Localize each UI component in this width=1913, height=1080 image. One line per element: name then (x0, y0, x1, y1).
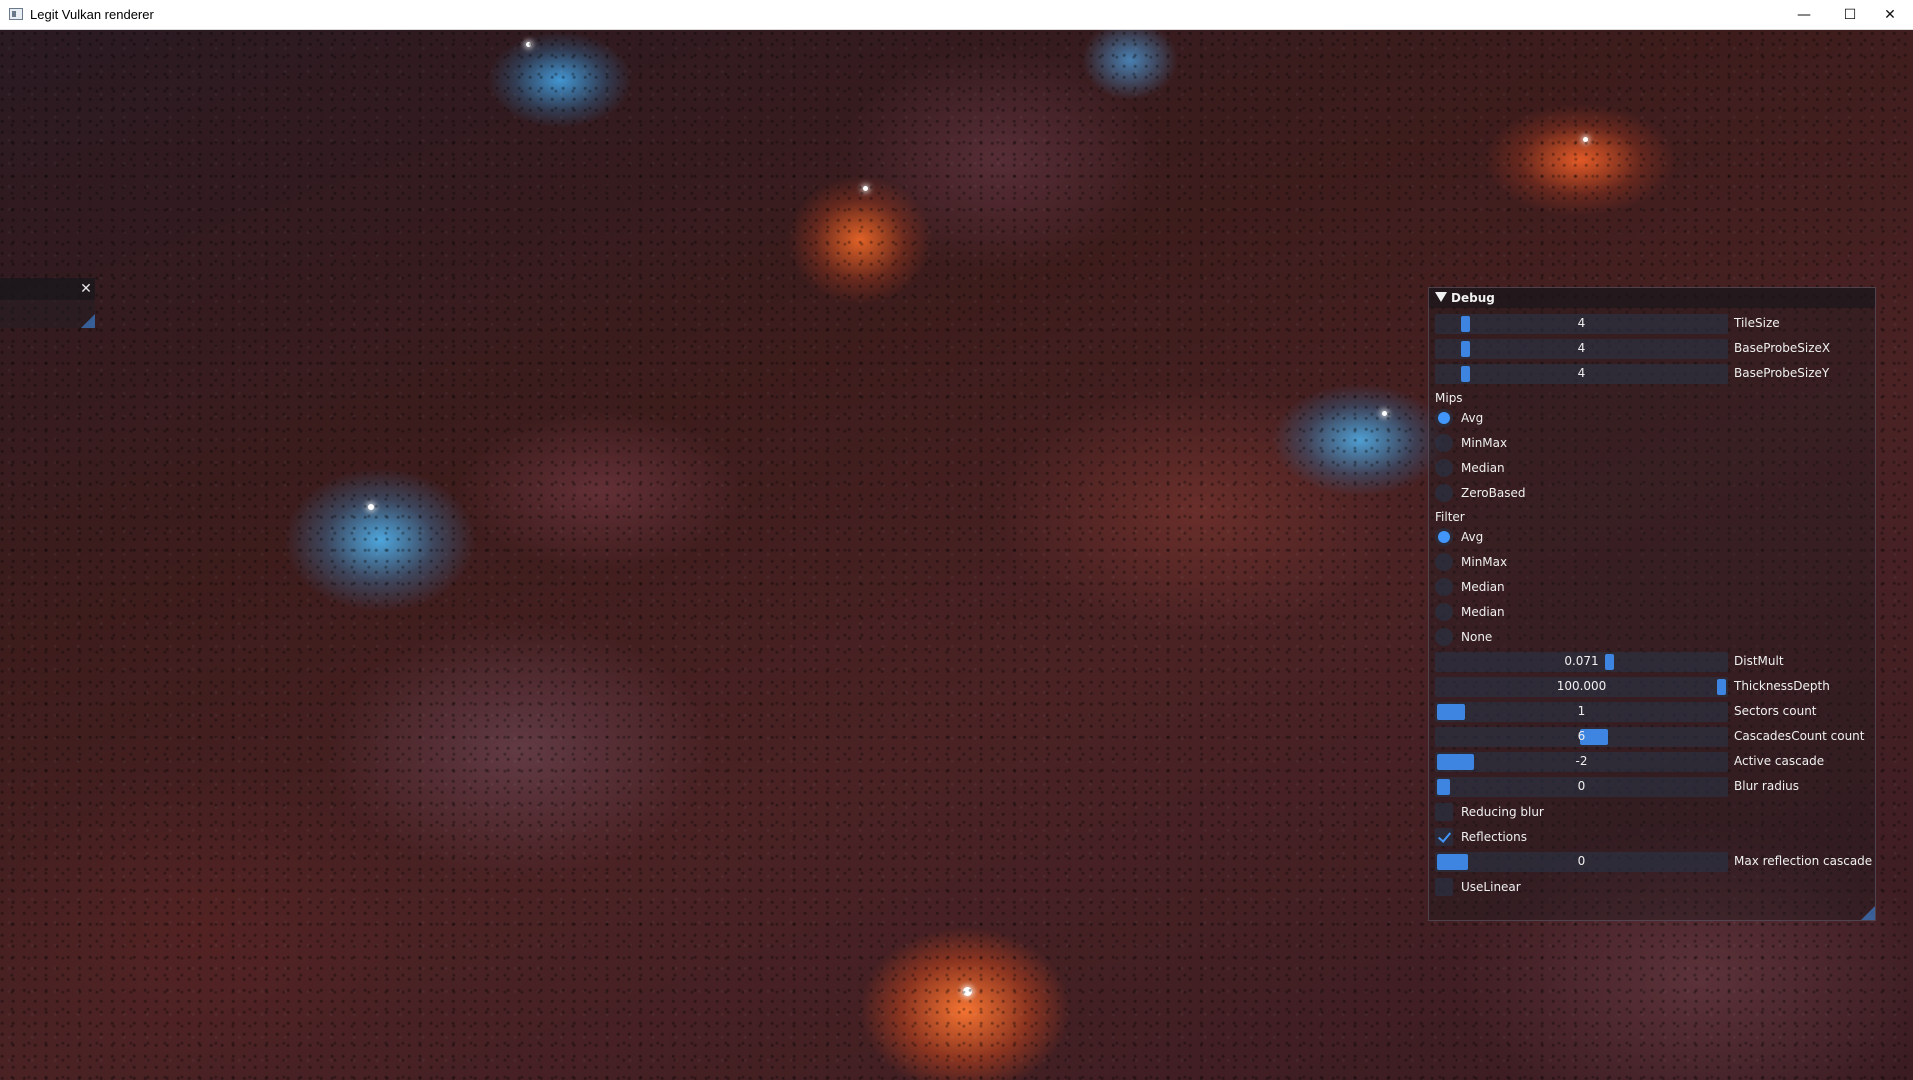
radio-button[interactable] (1435, 578, 1453, 596)
thicknessdepth-row: 100.000 ThicknessDepth (1429, 677, 1875, 697)
slider-label: BaseProbeSizeY (1734, 366, 1830, 380)
reducing-blur-row[interactable]: Reducing blur (1429, 802, 1875, 822)
slider-value: 4 (1577, 366, 1586, 380)
slider-value: 100.000 (1556, 679, 1607, 693)
slider-value: 4 (1577, 316, 1586, 330)
sectors-count-row: 1 Sectors count (1429, 702, 1875, 722)
slider-label: CascadesCount count (1734, 729, 1865, 743)
slider-value: 0.071 (1564, 654, 1599, 668)
radio-button[interactable] (1435, 553, 1453, 571)
mips-option-median[interactable]: Median (1429, 458, 1875, 478)
checkbox-label: Reflections (1461, 830, 1527, 844)
tilesize-slider[interactable]: 4 (1435, 314, 1728, 334)
filter-option-minmax[interactable]: MinMax (1429, 552, 1875, 572)
slider-label: Active cascade (1734, 754, 1825, 768)
filter-option-median-2[interactable]: Median (1429, 602, 1875, 622)
light-source (963, 987, 972, 996)
radio-label: Median (1461, 580, 1505, 594)
radio-label: ZeroBased (1461, 486, 1526, 500)
window-titlebar: Legit Vulkan renderer — ☐ ✕ (0, 0, 1913, 30)
cascades-count-slider[interactable]: 6 (1435, 727, 1728, 747)
radio-label: Avg (1461, 530, 1484, 544)
baseprobesizex-slider[interactable]: 4 (1435, 339, 1728, 359)
slider-value: 6 (1577, 729, 1586, 743)
minimize-button[interactable]: — (1781, 0, 1827, 30)
radio-button[interactable] (1435, 484, 1453, 502)
cascades-count-row: 6 CascadesCount count (1429, 727, 1875, 747)
slider-label: Blur radius (1734, 779, 1800, 793)
debug-panel-titlebar[interactable]: Debug (1429, 288, 1875, 308)
slider-label: TileSize (1734, 316, 1780, 330)
slider-label: ThicknessDepth (1734, 679, 1830, 693)
baseprobesizey-slider[interactable]: 4 (1435, 364, 1728, 384)
radio-button[interactable] (1435, 409, 1453, 427)
distmult-row: 0.071 DistMult (1429, 652, 1875, 672)
slider-label: Sectors count (1734, 704, 1817, 718)
slider-value: 1 (1577, 704, 1586, 718)
mips-option-avg[interactable]: Avg (1429, 408, 1875, 428)
slider-label: Max reflection cascade (1734, 854, 1873, 868)
app-icon (9, 8, 23, 20)
radio-button[interactable] (1435, 459, 1453, 477)
mips-option-minmax[interactable]: MinMax (1429, 433, 1875, 453)
radio-label: Median (1461, 605, 1505, 619)
baseprobesizex-row: 4 BaseProbeSizeX (1429, 339, 1875, 359)
blur-radius-slider[interactable]: 0 (1435, 777, 1728, 797)
light-source (1583, 137, 1588, 142)
slider-value: -2 (1575, 754, 1588, 768)
radio-button[interactable] (1435, 528, 1453, 546)
radio-label: None (1461, 630, 1493, 644)
light-source (1382, 411, 1387, 416)
debug-panel: Debug 4 TileSize 4 BaseProbeSizeX 4 Base… (1428, 287, 1876, 921)
light-source (863, 186, 868, 191)
active-cascade-slider[interactable]: -2 (1435, 752, 1728, 772)
radio-button[interactable] (1435, 603, 1453, 621)
reflections-row[interactable]: Reflections (1429, 827, 1875, 847)
collapsed-panel: ✕ (0, 278, 95, 328)
radio-label: Median (1461, 461, 1505, 475)
debug-panel-title: Debug (1451, 291, 1495, 305)
slider-value: 4 (1577, 341, 1586, 355)
light-source (526, 42, 531, 47)
resize-grip[interactable] (1861, 906, 1875, 920)
checkbox-label: UseLinear (1461, 880, 1521, 894)
checkbox[interactable] (1435, 878, 1453, 896)
filter-option-avg[interactable]: Avg (1429, 527, 1875, 547)
baseprobesizey-row: 4 BaseProbeSizeY (1429, 364, 1875, 384)
max-reflection-cascade-slider[interactable]: 0 (1435, 852, 1728, 872)
slider-value: 0 (1577, 779, 1586, 793)
mips-option-zerobased[interactable]: ZeroBased (1429, 483, 1875, 503)
max-reflection-cascade-row: 0 Max reflection cascade (1429, 852, 1875, 872)
checkbox[interactable] (1435, 803, 1453, 821)
radio-button[interactable] (1435, 628, 1453, 646)
slider-value: 0 (1577, 854, 1586, 868)
mips-heading: Mips (1435, 391, 1463, 405)
light-source (368, 504, 374, 510)
resize-grip[interactable] (81, 314, 95, 328)
window-title: Legit Vulkan renderer (30, 7, 154, 22)
thicknessdepth-slider[interactable]: 100.000 (1435, 677, 1728, 697)
checkbox[interactable] (1435, 828, 1453, 846)
collapse-arrow-icon[interactable] (1435, 292, 1447, 302)
distmult-slider[interactable]: 0.071 (1435, 652, 1728, 672)
slider-label: DistMult (1734, 654, 1784, 668)
radio-button[interactable] (1435, 434, 1453, 452)
blur-radius-row: 0 Blur radius (1429, 777, 1875, 797)
sectors-count-slider[interactable]: 1 (1435, 702, 1728, 722)
close-button[interactable]: ✕ (1867, 0, 1913, 30)
radio-label: MinMax (1461, 555, 1508, 569)
radio-label: MinMax (1461, 436, 1508, 450)
slider-label: BaseProbeSizeX (1734, 341, 1831, 355)
close-icon[interactable]: ✕ (78, 280, 94, 298)
filter-option-median[interactable]: Median (1429, 577, 1875, 597)
filter-heading: Filter (1435, 510, 1465, 524)
uselinear-row[interactable]: UseLinear (1429, 877, 1875, 897)
tilesize-row: 4 TileSize (1429, 314, 1875, 334)
active-cascade-row: -2 Active cascade (1429, 752, 1875, 772)
checkbox-label: Reducing blur (1461, 805, 1544, 819)
filter-option-none[interactable]: None (1429, 627, 1875, 647)
radio-label: Avg (1461, 411, 1484, 425)
